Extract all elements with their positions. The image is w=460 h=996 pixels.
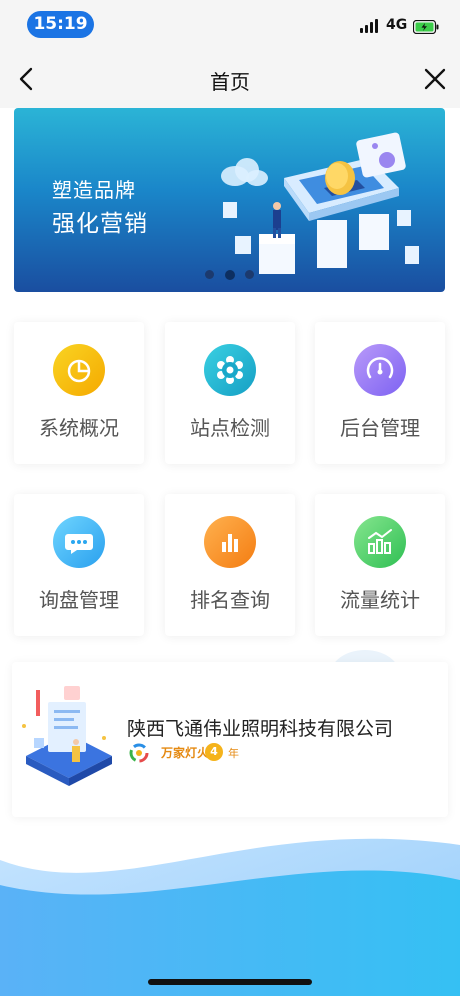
battery-icon xyxy=(412,19,439,38)
trend-chart-icon xyxy=(354,516,406,568)
menu-label: 系统概况 xyxy=(39,416,119,440)
menu-admin[interactable]: 后台管理 xyxy=(315,322,445,464)
gear-icon xyxy=(204,344,256,396)
close-button[interactable] xyxy=(421,64,449,94)
menu-ranking[interactable]: 排名查询 xyxy=(165,494,295,636)
decorative-wave xyxy=(0,838,460,996)
menu-traffic[interactable]: 流量统计 xyxy=(315,494,445,636)
menu-label: 询盘管理 xyxy=(39,588,119,612)
menu-label: 站点检测 xyxy=(190,416,270,440)
company-name: 陕西飞通伟业照明科技有限公司 xyxy=(127,718,394,740)
badge-years: 4 xyxy=(205,743,223,761)
isometric-illustration xyxy=(221,132,419,274)
menu-label: 排名查询 xyxy=(190,588,270,612)
gauge-icon xyxy=(354,344,406,396)
page-title: 首页 xyxy=(210,70,250,94)
pie-chart-icon xyxy=(53,344,105,396)
menu-label: 流量统计 xyxy=(340,588,420,612)
banner-title-line2: 强化营销 xyxy=(52,211,148,237)
company-illustration xyxy=(22,686,112,786)
chat-bubble-icon xyxy=(53,516,105,568)
menu-label: 后台管理 xyxy=(340,416,420,440)
home-indicator[interactable] xyxy=(148,979,312,985)
menu-system-overview[interactable]: 系统概况 xyxy=(14,322,144,464)
carousel-dot-2-active[interactable] xyxy=(225,269,235,280)
carousel-dot-3[interactable] xyxy=(245,270,254,279)
carousel-dots xyxy=(205,269,261,280)
company-card[interactable]: 陕西飞通伟业照明科技有限公司 万家灯火 4 年 xyxy=(12,662,448,817)
banner-title-line1: 塑造品牌 xyxy=(52,178,136,202)
badge-text: 万家灯火 xyxy=(161,746,210,760)
badge-years-unit: 年 xyxy=(228,747,239,760)
company-badge: 万家灯火 4 年 xyxy=(127,742,239,764)
bar-chart-icon xyxy=(204,516,256,568)
close-icon xyxy=(424,68,446,90)
carousel-dot-1[interactable] xyxy=(205,270,214,279)
nav-bar: 首页 xyxy=(0,50,460,108)
promo-banner[interactable]: 塑造品牌 强化营销 xyxy=(14,108,445,292)
signal-icon xyxy=(360,19,382,33)
network-type: 4G xyxy=(386,17,408,33)
menu-inquiry[interactable]: 询盘管理 xyxy=(14,494,144,636)
status-time: 15:19 xyxy=(27,11,94,38)
wanjia-logo-icon xyxy=(129,743,149,763)
menu-site-check[interactable]: 站点检测 xyxy=(165,322,295,464)
status-bar: 15:19 4G xyxy=(0,0,460,50)
